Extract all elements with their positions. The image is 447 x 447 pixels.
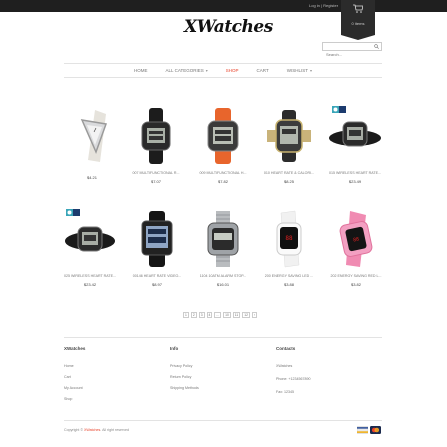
wireless-badge-icon [332,106,346,113]
product-price: $4.21 [86,175,97,180]
product-price: $8.25 [283,179,294,184]
product-card[interactable]: 1104 10ATM ALARM STOP... $16.01 [193,209,253,287]
svg-text:88: 88 [353,236,360,243]
contact-company: XWatches [276,364,293,368]
visa-card-icon [357,426,368,434]
product-price: $16.01 [216,282,230,287]
main-navigation: HOME All Categories ▾ SHOP CART WISHLIST ▾ [64,63,382,78]
footer-heading: Info [170,346,179,351]
product-card[interactable]: 00146 HEART RATE VIDEO... $8.97 [127,209,187,287]
footer-link-home[interactable]: Home [64,364,85,368]
copyright-brand-link[interactable]: XWatches [84,428,100,432]
footer-heading: XWatches [64,346,86,351]
product-image-chest-strap-watch[interactable] [325,106,385,166]
footer-link-returns[interactable]: Return Policy [170,375,199,379]
product-card[interactable]: 010 HEART RATE & CALORI... $8.25 [259,106,319,184]
nav-shop-label: SHOP [225,68,239,73]
copyright-text: Copyright © XWatches. All right reserved [64,428,129,432]
svg-text:88: 88 [285,235,293,242]
product-price: $8.97 [151,282,162,287]
product-price: $3.82 [350,282,361,287]
footer-link-cart[interactable]: Cart [64,375,85,379]
product-image-black-square-watch[interactable] [127,209,187,269]
product-name: 010 HEART RATE & CALORI... [263,171,315,175]
product-card[interactable]: $4.21 [62,106,122,180]
footer-column-info: Info Privacy Policy Return Policy Shippi… [170,346,199,397]
footer-divider [64,337,382,338]
nav-wishlist-label: WISHLIST [286,68,308,73]
footer-column-contacts: Contacts XWatches Phone: +1234567890 Fax… [276,346,310,403]
login-register-link[interactable]: Log in | Register [309,3,338,8]
wireless-badge-icon [66,209,80,216]
footer-link-privacy[interactable]: Privacy Policy [170,364,199,368]
nav-wishlist[interactable]: WISHLIST ▾ [278,68,321,73]
page-link[interactable]: 2 [190,312,197,318]
page-link[interactable]: 11 [232,312,241,318]
page-link[interactable]: 1 [183,312,189,318]
product-card[interactable]: 009 MULTIFUNCTIONAL H... $7.82 [193,106,253,184]
cart-tab[interactable]: 0 items [341,0,375,40]
chevron-down-icon: ▾ [205,68,208,73]
product-card[interactable]: 88 202 ENERGY SAVING RED L... $3.82 [326,209,386,287]
product-image-pink-led-watch[interactable]: 88 [326,209,386,269]
nav-all-categories-label: All Categories [165,68,204,73]
footer-link-shipping[interactable]: Shipping Methods [170,386,199,390]
pagination: 1 2 3 4 ... 10 11 12 › [183,312,258,319]
product-name: 007 MULTIFUNCTIONAL R... [132,171,180,175]
product-image-white-led-watch[interactable]: 88 [259,209,319,269]
next-page-button[interactable]: › [251,312,258,318]
chevron-down-icon: ▾ [309,68,312,73]
product-image-black-watch[interactable] [126,106,186,166]
product-card[interactable]: 007 MULTIFUNCTIONAL R... $7.07 [126,106,186,184]
nav-cart-label: CART [256,68,269,73]
search-icon[interactable] [374,44,379,49]
copyright-prefix: Copyright © [64,428,84,432]
product-price: $3.88 [283,282,294,287]
nav-shop[interactable]: SHOP [217,68,248,73]
cart-item-count: 0 items [351,21,365,26]
contact-phone: Phone: +1234567890 [276,377,311,381]
contact-fax: Fax: 12345 [276,390,294,394]
page-link[interactable]: 4 [206,312,213,318]
nav-home[interactable]: HOME [125,68,157,73]
footer-bottom-divider [64,420,382,421]
product-price: $7.82 [217,179,228,184]
page-ellipsis: ... [214,312,222,318]
copyright-suffix: . All right reserved [100,428,130,432]
footer-link-account[interactable]: My Account [64,386,85,390]
product-image-orange-watch[interactable] [193,106,253,166]
footer-column-site: XWatches Home Cart My Account Shop [64,346,85,408]
nav-home-label: HOME [134,68,148,73]
search-input[interactable] [323,51,371,58]
page-link[interactable]: 10 [223,312,231,318]
site-logo[interactable]: XWatches [184,17,273,37]
product-price: $7.07 [150,179,161,184]
product-name: 009 MULTIFUNCTIONAL H... [199,171,247,175]
product-name: 025 WIRELESS HEART RATE... [64,274,116,278]
product-card[interactable]: 025 WIRELESS HEART RATE... $23.42 [60,209,120,287]
product-name: 200 ENERGY SAVING LED ... [264,274,314,278]
footer-heading: Contacts [276,346,296,351]
product-card[interactable]: 015 WIRELESS HEART RATE... $23.49 [325,106,385,184]
nav-cart[interactable]: CART [248,68,278,73]
product-name: 1104 10ATM ALARM STOP... [199,274,247,278]
product-name: 00146 HEART RATE VIDEO... [132,274,182,278]
page-link[interactable]: 3 [198,312,205,318]
search-box [322,42,382,58]
product-image-chest-strap-watch[interactable] [60,209,120,269]
nav-all-categories[interactable]: All Categories ▾ [157,68,217,73]
top-bar: Log in | Register [0,0,447,12]
product-image-steel-band-watch[interactable] [193,209,253,269]
product-price: $23.42 [83,282,97,287]
product-image-silver-watch[interactable] [62,106,122,166]
shopping-cart-icon [353,4,363,13]
footer-link-shop[interactable]: Shop [64,397,85,401]
product-image-gold-watch[interactable] [259,106,319,166]
product-price: $23.49 [348,179,362,184]
page-link[interactable]: 12 [242,312,250,318]
product-card[interactable]: 88 200 ENERGY SAVING LED ... $3.88 [259,209,319,287]
mastercard-icon [370,426,381,434]
product-name: 015 WIRELESS HEART RATE... [329,171,381,175]
product-name: 202 ENERGY SAVING RED L... [330,274,382,278]
